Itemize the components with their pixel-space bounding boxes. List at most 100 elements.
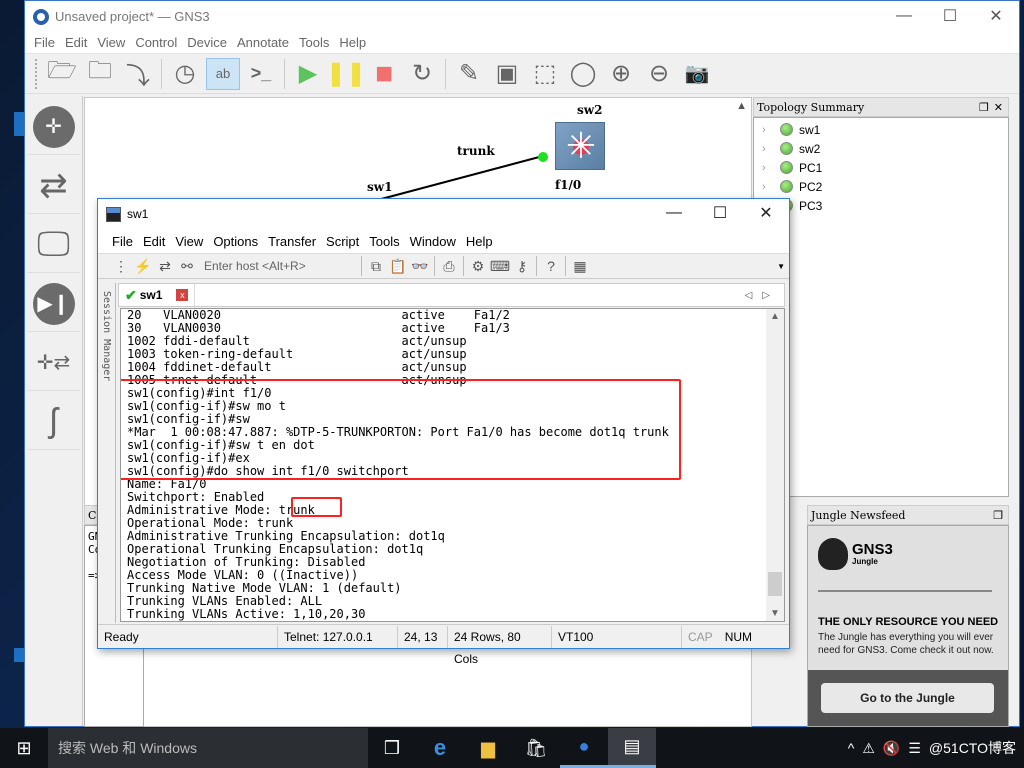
float-panel-icon[interactable]: ❐	[979, 101, 989, 114]
close-tab-icon[interactable]: x	[176, 289, 189, 301]
insert-image-button[interactable]: ▣	[490, 58, 524, 90]
zoom-out-button[interactable]: ⊖	[642, 58, 676, 90]
menu-window[interactable]: Window	[410, 234, 456, 249]
topology-item[interactable]: › PC1	[754, 158, 1008, 177]
expand-chevron-icon[interactable]: ›	[762, 162, 780, 174]
edge-app[interactable]: e	[416, 728, 464, 768]
menu-edit[interactable]: Edit	[65, 35, 87, 50]
draw-rectangle-button[interactable]: ⬚	[528, 58, 562, 90]
scrollbar-thumb[interactable]	[768, 572, 782, 596]
menu-tools[interactable]: Tools	[369, 234, 399, 249]
volume-muted-icon[interactable]: 🔇	[883, 740, 900, 757]
tab-scroll-arrows-icon[interactable]: ◁▷	[745, 290, 780, 301]
disconnect-icon[interactable]: ⚯	[176, 258, 198, 275]
snapshot-button[interactable]: ◷	[168, 58, 202, 90]
open-project-button[interactable]: 🗀	[83, 57, 117, 90]
add-note-button[interactable]: ✎	[452, 58, 486, 90]
minimize-button[interactable]: —	[881, 1, 927, 31]
maximize-button[interactable]: ☐	[697, 199, 743, 227]
key-agent-icon[interactable]: ⚷	[511, 258, 533, 275]
canvas-scroll-up-icon[interactable]: ▲	[736, 100, 747, 112]
menu-script[interactable]: Script	[326, 234, 359, 249]
menu-file[interactable]: File	[34, 35, 55, 50]
menu-view[interactable]: View	[97, 35, 125, 50]
save-project-button[interactable]: ⤵	[121, 58, 155, 90]
toolbar-grip[interactable]	[35, 58, 39, 89]
expand-chevron-icon[interactable]: ›	[762, 143, 780, 155]
suspend-all-button[interactable]: ❚❚	[326, 58, 366, 90]
maximize-button[interactable]: ☐	[927, 1, 973, 31]
notifications-icon[interactable]: ☰	[908, 740, 921, 757]
print-icon[interactable]: ⎙	[438, 258, 460, 275]
topology-item[interactable]: › sw1	[754, 120, 1008, 139]
copy-icon[interactable]: ⧉	[365, 258, 387, 275]
expand-chevron-icon[interactable]: ›	[762, 181, 780, 193]
terminal-output[interactable]: 20 VLAN0020 active Fa1/2 30 VLAN0030 act…	[120, 308, 785, 622]
minimize-button[interactable]: —	[651, 199, 697, 227]
quick-connect-icon[interactable]: ⚡	[132, 258, 154, 275]
zoom-in-button[interactable]: ⊕	[604, 58, 638, 90]
menu-control[interactable]: Control	[135, 35, 177, 50]
close-button[interactable]: ✕	[743, 199, 789, 227]
store-app[interactable]: 🛍	[512, 728, 560, 768]
show-interface-labels-button[interactable]: ab	[206, 57, 240, 90]
float-panel-icon[interactable]: ❐	[993, 509, 1003, 522]
end-devices-button[interactable]: 🖵	[27, 217, 80, 273]
sw2-node[interactable]: ✳	[555, 122, 605, 170]
expand-chevron-icon[interactable]: ›	[762, 124, 780, 136]
file-explorer-app[interactable]: ▆	[464, 728, 512, 768]
secure-file-icon[interactable]: ▦	[569, 258, 591, 275]
security-devices-button[interactable]: ▶❙	[27, 276, 80, 332]
stop-all-button[interactable]: ■	[367, 57, 401, 90]
close-button[interactable]: ✕	[973, 1, 1019, 31]
find-binoculars-icon[interactable]: 👓	[409, 258, 431, 275]
all-devices-button[interactable]: ✛⇄	[27, 335, 80, 391]
desktop-icon[interactable]	[14, 112, 24, 136]
console-all-button[interactable]: >_	[244, 58, 278, 90]
scroll-up-icon[interactable]: ▲	[766, 311, 784, 322]
routers-button[interactable]: ✛	[27, 99, 80, 155]
menu-help[interactable]: Help	[466, 234, 493, 249]
close-panel-icon[interactable]: ✕	[994, 101, 1003, 114]
go-to-jungle-button[interactable]: Go to the Jungle	[821, 683, 994, 713]
menu-device[interactable]: Device	[187, 35, 227, 50]
screenshot-button[interactable]: 📷	[680, 58, 714, 90]
terminal-scrollbar[interactable]: ▲ ▼	[766, 309, 784, 621]
menu-help[interactable]: Help	[339, 35, 366, 50]
session-manager-tab[interactable]: Session Manager	[98, 283, 116, 623]
securecrt-taskbar-app[interactable]: ▤	[608, 728, 656, 768]
host-input[interactable]: Enter host <Alt+R>	[204, 259, 344, 273]
menu-transfer[interactable]: Transfer	[268, 234, 316, 249]
add-link-button[interactable]: ʃ	[27, 394, 80, 450]
start-all-button[interactable]: ▶	[291, 58, 325, 90]
task-view-button[interactable]: ❒	[368, 728, 416, 768]
reconnect-icon[interactable]: ⇄	[154, 258, 176, 275]
menu-annotate[interactable]: Annotate	[237, 35, 289, 50]
topology-item[interactable]: ›PC3	[754, 196, 1008, 215]
gns3-taskbar-app[interactable]: ●	[560, 728, 608, 768]
reload-all-button[interactable]: ↻	[405, 58, 439, 90]
keymap-keyboard-icon[interactable]: ⌨	[489, 258, 511, 275]
taskbar-search[interactable]: 搜索 Web 和 Windows	[48, 728, 368, 768]
session-options-gear-icon[interactable]: ⚙	[467, 258, 489, 275]
session-tab[interactable]: ✔ sw1 x	[119, 284, 196, 306]
draw-ellipse-button[interactable]: ◯	[566, 58, 600, 90]
menu-edit[interactable]: Edit	[143, 234, 165, 249]
topology-item[interactable]: › PC2	[754, 177, 1008, 196]
menu-view[interactable]: View	[175, 234, 203, 249]
menu-tools[interactable]: Tools	[299, 35, 329, 50]
scroll-down-icon[interactable]: ▼	[766, 608, 784, 619]
new-project-button[interactable]: 🗁	[45, 57, 79, 90]
paste-icon[interactable]: 📋	[387, 258, 409, 275]
toolbar-overflow-icon[interactable]: ▼	[777, 262, 785, 271]
connect-bar-icon[interactable]: ⋮	[110, 258, 132, 275]
help-icon[interactable]: ?	[540, 258, 562, 274]
topology-item[interactable]: › sw2	[754, 139, 1008, 158]
switches-button[interactable]: ⇄	[27, 158, 80, 214]
menu-options[interactable]: Options	[213, 234, 258, 249]
tray-expand-icon[interactable]: ^	[848, 740, 855, 756]
start-button[interactable]: ⊞	[0, 728, 48, 768]
desktop-icon[interactable]	[14, 648, 24, 662]
menu-file[interactable]: File	[112, 234, 133, 249]
network-warning-icon[interactable]: ⚠	[862, 740, 875, 757]
